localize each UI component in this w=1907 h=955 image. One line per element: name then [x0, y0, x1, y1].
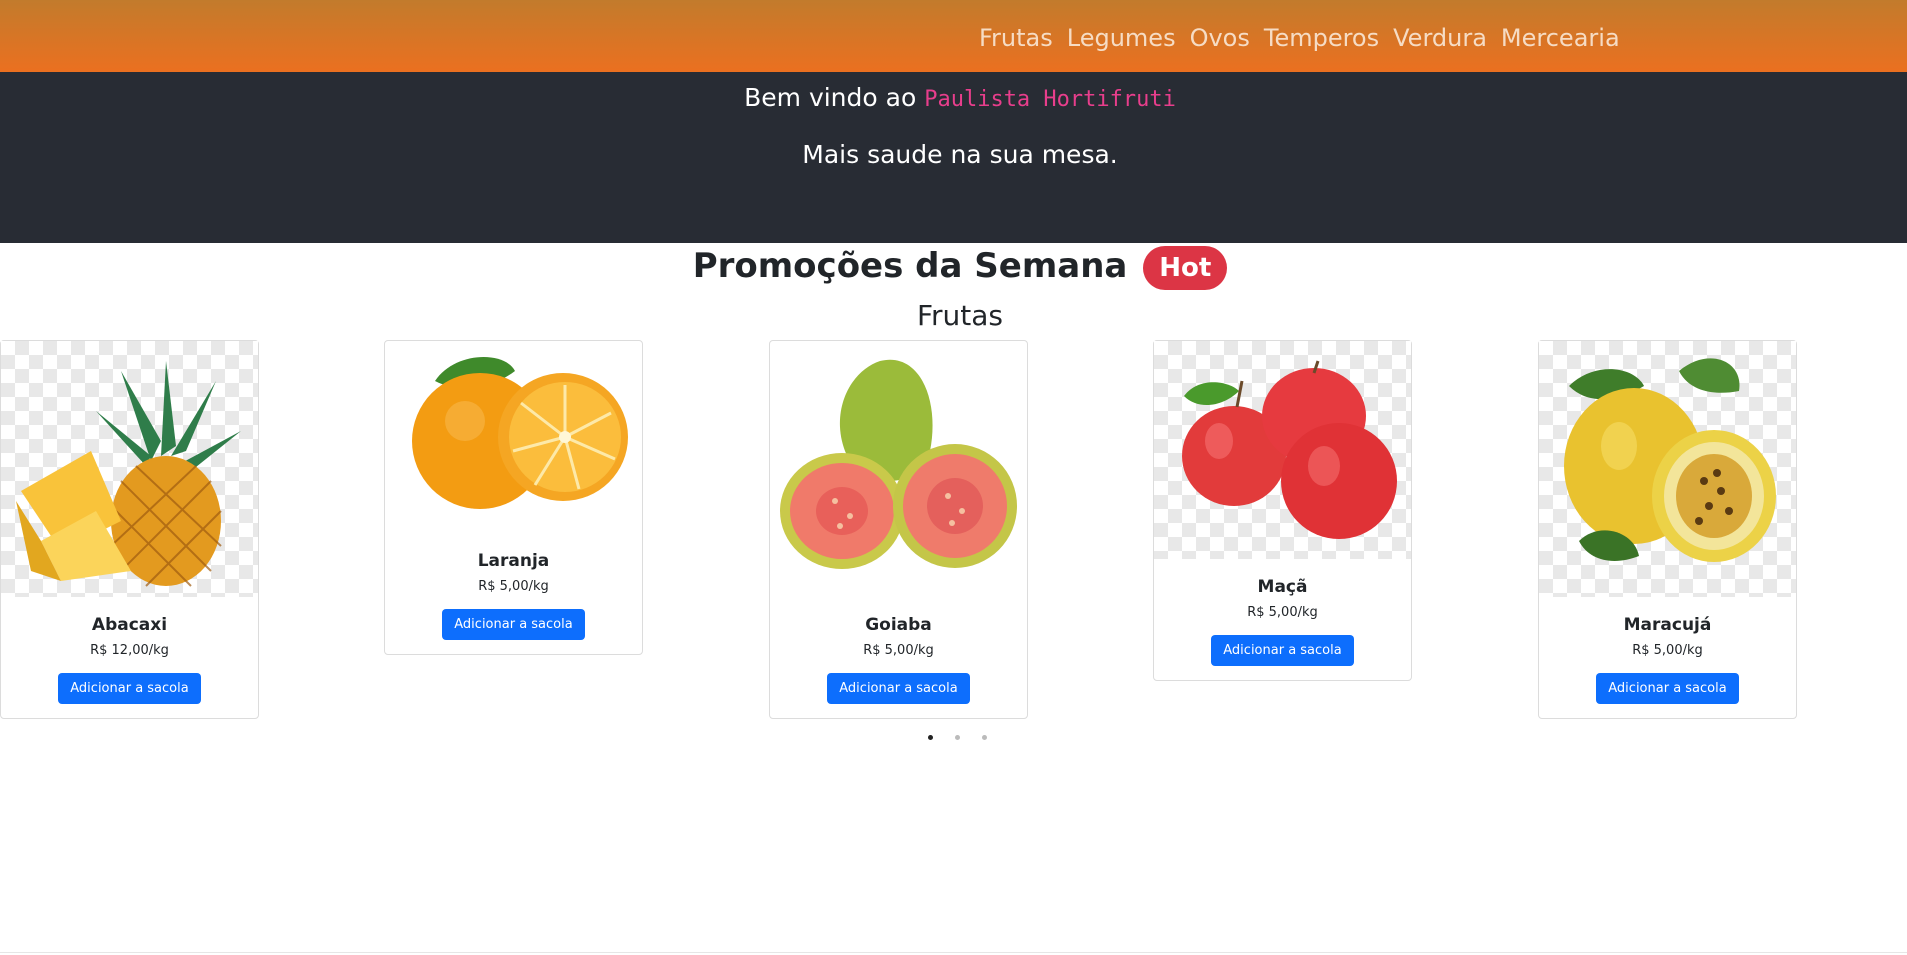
nav-link-temperos[interactable]: Temperos — [1264, 22, 1379, 54]
pineapple-image — [1, 341, 258, 597]
hot-badge: Hot — [1143, 245, 1228, 290]
product-name: Laranja — [477, 551, 550, 571]
nav-link-verdura[interactable]: Verdura — [1393, 22, 1487, 54]
promo-title: Promoções da Semana Hot — [0, 244, 1907, 290]
add-to-bag-button[interactable]: Adicionar a sacola — [827, 673, 970, 704]
product-card-abacaxi: Abacaxi R$ 12,00/kg Adicionar a sacola — [0, 340, 259, 719]
carousel-dot-1[interactable] — [928, 735, 933, 740]
product-card-goiaba: Goiaba R$ 5,00/kg Adicionar a sacola — [769, 340, 1028, 719]
product-price: R$ 5,00/kg — [1247, 605, 1318, 620]
hero-brand-name: Paulista Hortifruti — [924, 87, 1176, 112]
apple-image — [1154, 341, 1411, 559]
add-to-bag-button[interactable]: Adicionar a sacola — [58, 673, 201, 704]
add-to-bag-button[interactable]: Adicionar a sacola — [1596, 673, 1739, 704]
promo-title-text: Promoções da Semana — [692, 246, 1128, 286]
category-title: Frutas — [916, 299, 1004, 332]
product-price: R$ 12,00/kg — [90, 643, 169, 658]
carousel-dots — [928, 735, 987, 740]
hero-welcome: Bem vindo ao Paulista Hortifruti — [0, 80, 1907, 118]
product-price: R$ 5,00/kg — [1632, 643, 1703, 658]
nav-link-legumes[interactable]: Legumes — [1067, 22, 1176, 54]
product-price: R$ 5,00/kg — [478, 579, 549, 594]
hero-welcome-prefix: Bem vindo ao — [744, 83, 917, 112]
carousel-dot-2[interactable] — [955, 735, 960, 740]
orange-image — [385, 341, 642, 533]
footer-divider — [0, 952, 1907, 953]
carousel-dot-3[interactable] — [982, 735, 987, 740]
product-name: Goiaba — [865, 615, 932, 635]
product-price: R$ 5,00/kg — [863, 643, 934, 658]
nav-link-ovos[interactable]: Ovos — [1190, 22, 1250, 54]
product-card-maracuja: Maracujá R$ 5,00/kg Adicionar a sacola — [1538, 340, 1797, 719]
hero-slogan: Mais saude na sua mesa. — [802, 140, 1118, 169]
add-to-bag-button[interactable]: Adicionar a sacola — [442, 609, 585, 640]
product-name: Maracujá — [1623, 615, 1712, 635]
product-name: Maçã — [1257, 577, 1308, 597]
nav-link-mercearia[interactable]: Mercearia — [1501, 22, 1620, 54]
product-card-maca: Maçã R$ 5,00/kg Adicionar a sacola — [1153, 340, 1412, 681]
passion-fruit-image — [1539, 341, 1796, 597]
nav-links: Frutas Legumes Ovos Temperos Verdura Mer… — [979, 22, 1620, 54]
product-card-laranja: Laranja R$ 5,00/kg Adicionar a sacola — [384, 340, 643, 655]
guava-image — [770, 341, 1027, 597]
top-navbar: Frutas Legumes Ovos Temperos Verdura Mer… — [0, 0, 1907, 72]
hero-banner: Bem vindo ao Paulista Hortifruti Mais sa… — [0, 72, 1907, 243]
add-to-bag-button[interactable]: Adicionar a sacola — [1211, 635, 1354, 666]
nav-link-frutas[interactable]: Frutas — [979, 22, 1053, 54]
product-name: Abacaxi — [91, 615, 168, 635]
